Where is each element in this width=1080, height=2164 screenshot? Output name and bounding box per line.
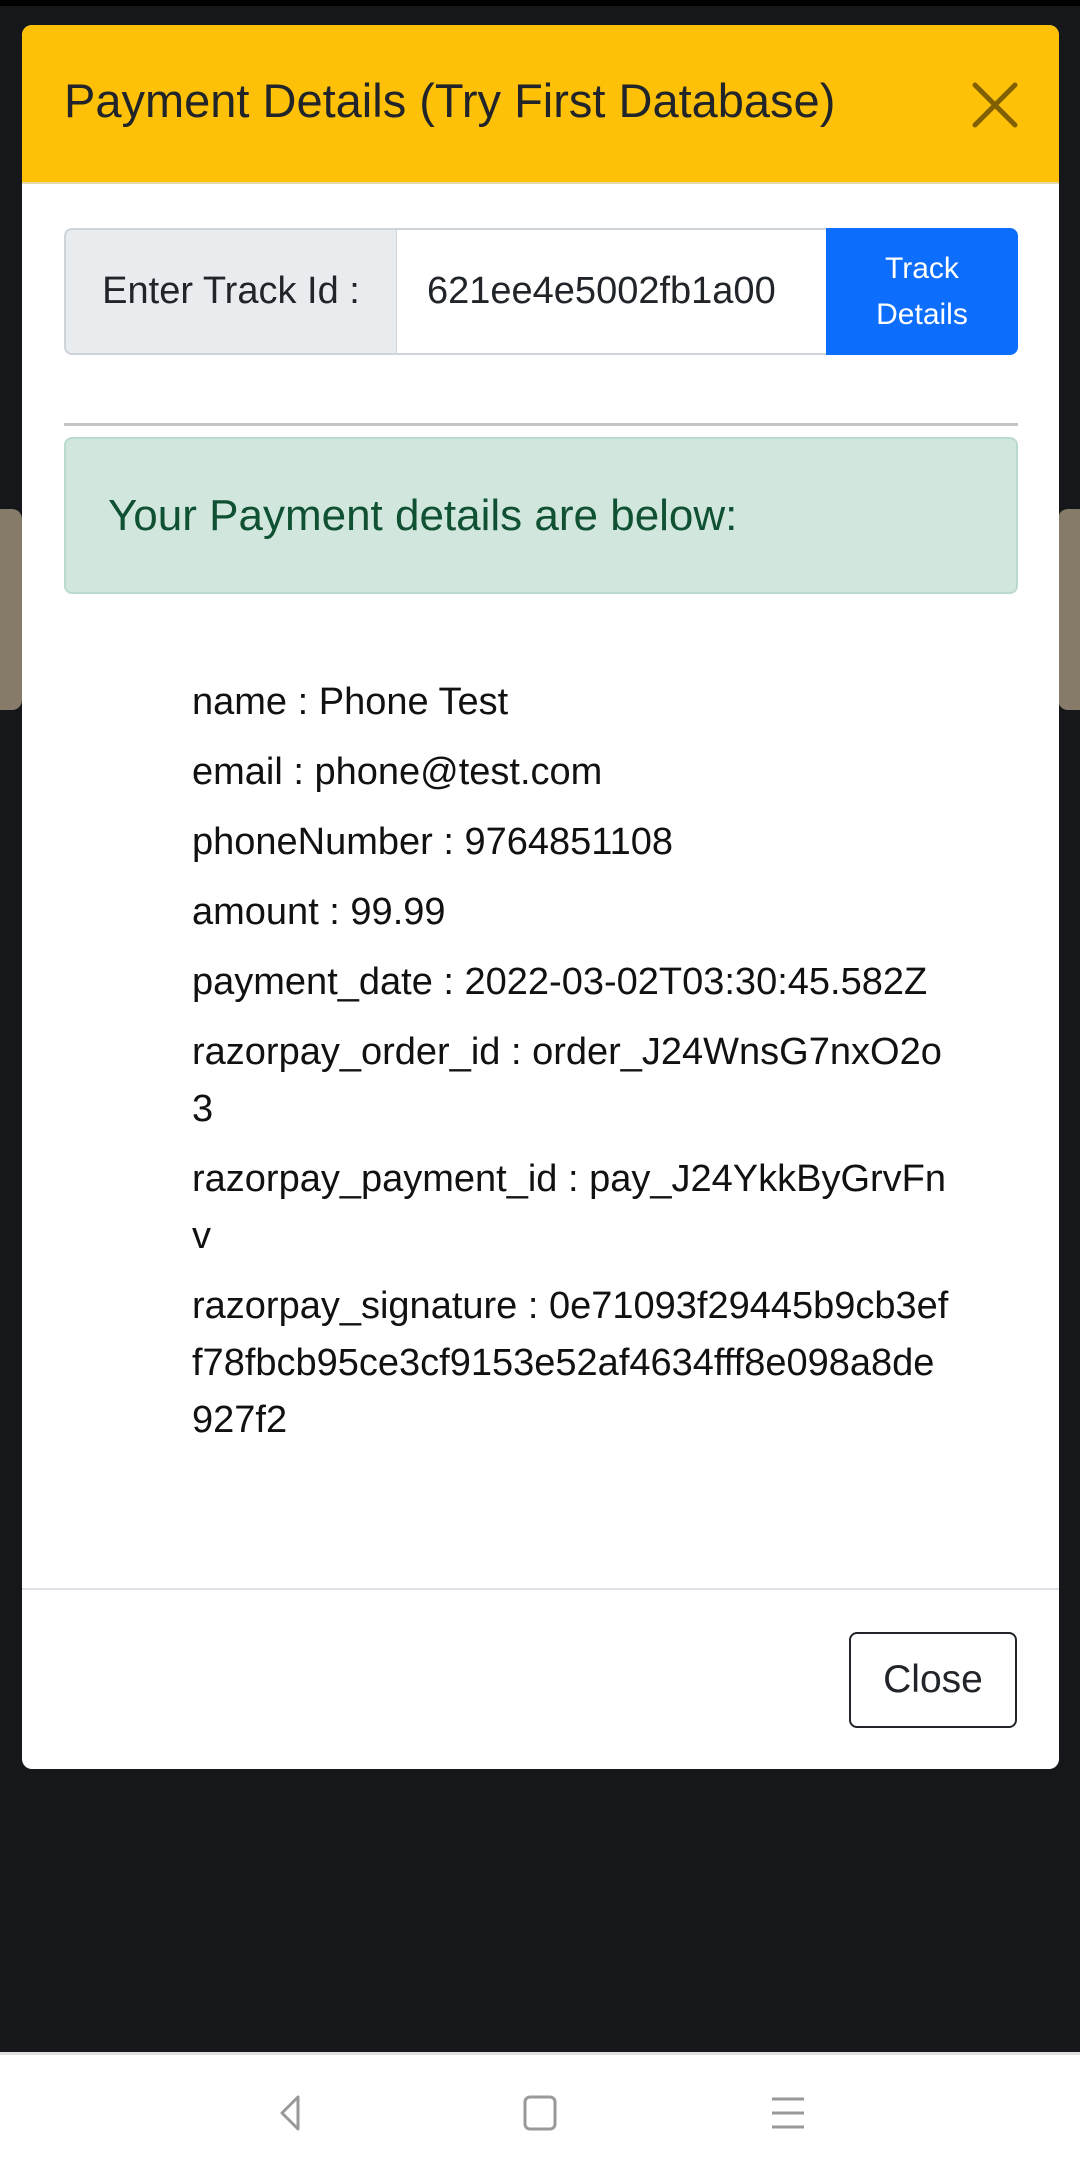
status-bar — [0, 0, 1080, 6]
menu-icon[interactable] — [768, 2093, 808, 2133]
track-details-label-line1: Track — [885, 251, 959, 285]
payment-details-modal: Payment Details (Try First Database) Ent… — [22, 25, 1059, 1769]
modal-header: Payment Details (Try First Database) — [22, 25, 1059, 184]
close-icon[interactable] — [972, 82, 1018, 128]
background-card — [1058, 509, 1080, 710]
track-details-label-line2: Details — [876, 297, 968, 331]
modal-footer: Close — [22, 1588, 1059, 1769]
track-id-label: Enter Track Id : — [64, 228, 397, 355]
detail-item-razorpay-payment-id: razorpay_payment_id : pay_J24YkkByGrvFnv — [192, 1158, 947, 1257]
close-button[interactable]: Close — [849, 1632, 1017, 1728]
detail-item-payment-date: payment_date : 2022-03-02T03:30:45.582Z — [192, 961, 928, 1003]
detail-item-razorpay-order-id: razorpay_order_id : order_J24WnsG7nxO2o3 — [192, 1031, 942, 1130]
track-id-form: Enter Track Id : Track Details — [64, 228, 1018, 355]
detail-item-razorpay-signature: razorpay_signature : 0e71093f29445b9cb3e… — [192, 1285, 949, 1441]
system-navigation-bar — [0, 2052, 1080, 2164]
detail-item-amount: amount : 99.99 — [192, 891, 446, 933]
success-alert: Your Payment details are below: — [64, 437, 1018, 594]
detail-item-name: name : Phone Test — [192, 681, 509, 723]
home-icon[interactable] — [520, 2093, 560, 2133]
divider — [64, 423, 1018, 426]
back-icon[interactable] — [270, 2093, 310, 2133]
detail-item-phonenumber: phoneNumber : 9764851108 — [192, 821, 674, 863]
modal-title: Payment Details (Try First Database) — [64, 74, 836, 127]
track-details-button[interactable]: Track Details — [826, 228, 1018, 355]
detail-item-email: email : phone@test.com — [192, 751, 603, 793]
track-id-input[interactable] — [397, 228, 826, 355]
payment-details-list: name : Phone Test email : phone@test.com p… — [192, 674, 952, 1462]
background-card — [0, 509, 22, 710]
alert-text: Your Payment details are below: — [108, 490, 738, 540]
